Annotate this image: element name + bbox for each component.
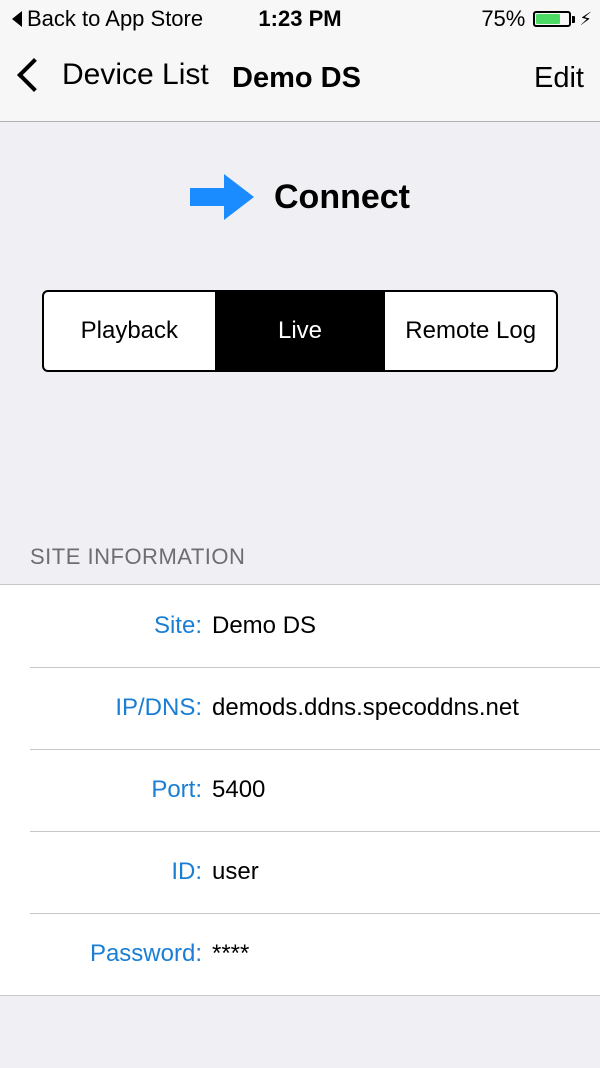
password-value: **** bbox=[212, 940, 250, 967]
port-value: 5400 bbox=[212, 776, 266, 803]
site-information-table: Site: Demo DS IP/DNS: demods.ddns.specod… bbox=[0, 584, 600, 996]
status-bar: Back to App Store 1:23 PM 75% ⚡︎ bbox=[0, 0, 600, 40]
segment-remote-log[interactable]: Remote Log bbox=[385, 292, 556, 370]
connect-button[interactable]: Connect bbox=[0, 174, 600, 220]
battery-level-fill bbox=[536, 14, 561, 24]
view-mode-segmented-control: Playback Live Remote Log bbox=[42, 290, 558, 372]
chevron-left-icon bbox=[17, 58, 51, 92]
port-label: Port: bbox=[151, 776, 202, 803]
navigation-bar: Device List Demo DS Edit bbox=[0, 40, 600, 122]
segment-live[interactable]: Live bbox=[214, 292, 386, 370]
status-right: 75% ⚡︎ bbox=[481, 6, 592, 32]
ip-dns-label: IP/DNS: bbox=[115, 694, 202, 721]
password-row: Password: **** bbox=[0, 913, 600, 995]
edit-button[interactable]: Edit bbox=[534, 62, 584, 95]
device-list-back-label: Device List bbox=[62, 58, 209, 91]
id-row: ID: user bbox=[0, 831, 600, 913]
site-information-header: SITE INFORMATION bbox=[30, 544, 246, 569]
site-value: Demo DS bbox=[212, 612, 317, 639]
port-row: Port: 5400 bbox=[0, 749, 600, 831]
segment-playback[interactable]: Playback bbox=[44, 292, 215, 370]
battery-icon bbox=[533, 11, 572, 27]
ip-dns-value: demods.ddns.specoddns.net bbox=[212, 694, 519, 721]
id-label: ID: bbox=[171, 858, 202, 885]
battery-percent: 75% bbox=[481, 6, 526, 31]
device-list-back-button[interactable]: Device List bbox=[14, 58, 209, 92]
site-label: Site: bbox=[153, 612, 202, 639]
battery-nub bbox=[572, 15, 576, 23]
connect-label: Connect bbox=[274, 177, 410, 216]
password-label: Password: bbox=[89, 940, 202, 967]
arrow-right-icon bbox=[190, 174, 254, 220]
page-title: Demo DS bbox=[232, 62, 361, 94]
site-row: Site: Demo DS bbox=[0, 585, 600, 667]
ip-dns-row: IP/DNS: demods.ddns.specoddns.net bbox=[0, 667, 600, 749]
id-value: user bbox=[212, 858, 259, 885]
charging-bolt-icon: ⚡︎ bbox=[579, 8, 592, 29]
